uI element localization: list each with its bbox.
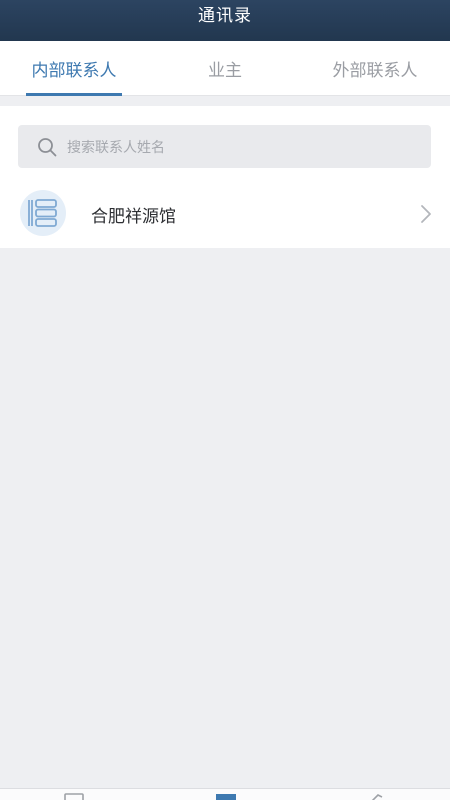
- tab-label: 外部联系人: [332, 61, 418, 81]
- chevron-right-icon: [421, 205, 431, 223]
- tab-label: 业主: [208, 61, 242, 81]
- search-input[interactable]: 搜索联系人姓名: [18, 125, 431, 168]
- avatar: [20, 190, 66, 236]
- contacts-icon[interactable]: [214, 793, 238, 800]
- tab-external-contacts[interactable]: 外部联系人: [318, 41, 432, 96]
- section-divider: [0, 96, 450, 106]
- tab-internal-contacts[interactable]: 内部联系人: [26, 41, 122, 96]
- server-stack-icon: [28, 199, 57, 227]
- list-item[interactable]: 合肥祥源馆: [0, 182, 450, 248]
- tab-bar: 内部联系人 业主 外部联系人: [0, 41, 450, 96]
- tab-label: 内部联系人: [31, 61, 117, 81]
- page-title: 通讯录: [198, 6, 252, 26]
- contact-panel: 搜索联系人姓名 合肥祥源馆: [0, 106, 450, 248]
- contact-name: 合肥祥源馆: [91, 207, 176, 227]
- bottom-nav: [0, 788, 450, 800]
- document-icon[interactable]: [62, 793, 86, 800]
- search-placeholder: 搜索联系人姓名: [67, 139, 165, 156]
- app-header: 通讯录: [0, 0, 450, 41]
- tab-owners[interactable]: 业主: [190, 41, 260, 96]
- settings-icon[interactable]: [366, 793, 390, 800]
- search-icon: [38, 137, 57, 156]
